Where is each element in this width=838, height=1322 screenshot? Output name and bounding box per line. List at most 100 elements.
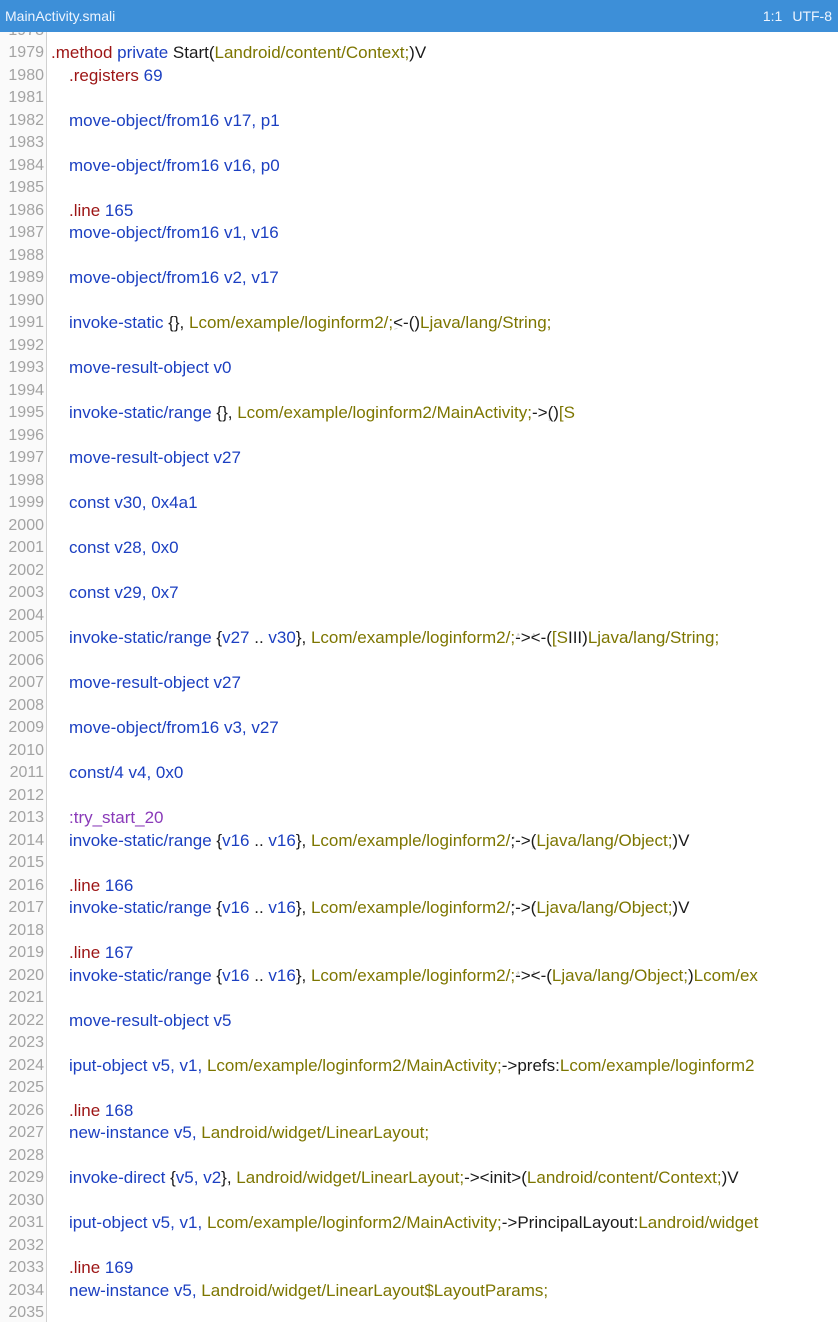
code-directive: .method [51, 43, 113, 62]
code-line[interactable]: 2019 .line 167 [0, 942, 838, 965]
line-number: 2032 [8, 1236, 44, 1254]
code-line[interactable]: 1999 const v30, 0x4a1 [0, 492, 838, 515]
code-type: Lcom/ex [693, 965, 758, 985]
code-line[interactable]: 2027 new-instance v5, Landroid/widget/Lin… [0, 1122, 838, 1145]
code-opcode: v16 [222, 965, 250, 985]
code-line[interactable]: 2013:try_start_20 [0, 807, 838, 830]
code-line[interactable]: 2018 [0, 920, 838, 943]
code-line[interactable]: 2034 new-instance v5, Landroid/widget/Lin… [0, 1280, 838, 1303]
code-content: invoke-static/range {}, Lcom/example/log… [69, 402, 575, 427]
code-content: move-object/from16 v2, v17 [69, 267, 279, 290]
code-line[interactable]: 1993 move-result-object v0 [0, 357, 838, 380]
code-opcode: move-object/from16 v17, p1 [69, 110, 280, 130]
code-line[interactable]: 1996 [0, 425, 838, 448]
code-opcode: v30 [268, 628, 296, 647]
line-number: 1986 [8, 201, 44, 219]
code-line[interactable]: 2015 [0, 852, 838, 875]
code-content: .line 166 [69, 875, 133, 898]
code-line[interactable]: 2023 [0, 1032, 838, 1055]
code-line[interactable]: 2011 const/4 v4, 0x0 [0, 762, 838, 785]
code-line[interactable]: 1988 [0, 245, 838, 268]
line-number: 1983 [8, 134, 44, 151]
code-line[interactable]: 1990 [0, 290, 838, 313]
code-line[interactable]: 1992 [0, 335, 838, 358]
code-line[interactable]: 2022 move-result-object v5 [0, 1010, 838, 1033]
code-line[interactable]: 1987 move-object/from16 v1, v16 [0, 222, 838, 245]
code-line[interactable]: 2030 [0, 1190, 838, 1213]
code-opcode: new-instance v5, [69, 1123, 202, 1142]
code-line[interactable]: 2005 invoke-static/range {v27 .. v30}, Lc… [0, 627, 838, 650]
code-type: Lcom/example/loginform2 [559, 1055, 755, 1075]
code-line[interactable]: 2001 const v28, 0x0 [0, 537, 838, 560]
code-number: 167 [100, 943, 134, 962]
code-line[interactable]: 2035 [0, 1302, 838, 1322]
code-line[interactable]: 1979 .method private Start(Landroid/conte… [0, 42, 838, 65]
line-number: 1995 [8, 404, 44, 421]
code-line[interactable]: 2008 [0, 695, 838, 718]
code-line[interactable]: 2033 .line 169 [0, 1257, 838, 1280]
code-line[interactable]: 2021 [0, 987, 838, 1010]
code-line[interactable]: 2014 invoke-static/range {v16 .. v16}, Lc… [0, 830, 838, 853]
code-line[interactable]: 1982 move-object/from16 v17, p1 [0, 110, 838, 133]
code-line[interactable]: 2000 [0, 515, 838, 538]
code-line[interactable]: 2029 invoke-direct {v5, v2}, Landroid/wid… [0, 1167, 838, 1190]
code-directive: .registers [69, 65, 139, 85]
code-content: const v28, 0x0 [69, 537, 179, 560]
code-line[interactable]: 2026 .line 168 [0, 1100, 838, 1123]
code-content: invoke-static/range {v16 .. v16}, Lcom/e… [69, 830, 689, 855]
code-line[interactable]: 1983 [0, 132, 838, 155]
code-line[interactable]: 1991 invoke-static {}, Lcom/example/login… [0, 312, 838, 335]
line-number: 2008 [8, 696, 44, 714]
code-opcode: invoke-static/range [69, 628, 217, 647]
code-line[interactable]: 1984 move-object/from16 v16, p0 [0, 155, 838, 178]
code-line[interactable]: 1985 [0, 177, 838, 200]
code-text: -> [532, 403, 548, 422]
line-number: 2020 [8, 966, 44, 984]
code-content: move-result-object v5 [69, 1010, 232, 1033]
code-line[interactable]: 1998 [0, 470, 838, 493]
code-text: <-( [530, 965, 552, 985]
code-line[interactable]: 1981 [0, 87, 838, 110]
code-line[interactable]: 1978 [0, 32, 838, 42]
code-opcode: move-object/from16 v2, v17 [69, 268, 279, 287]
code-directive: .line [69, 1100, 101, 1120]
code-line[interactable]: 2024 iput-object v5, v1, Lcom/example/log… [0, 1055, 838, 1078]
code-line[interactable]: 2010 [0, 740, 838, 763]
code-line[interactable]: 2031 iput-object v5, v1, Lcom/example/log… [0, 1212, 838, 1235]
code-type: Lcom/example/loginform2/ [310, 898, 511, 917]
code-opcode: move-object/from16 v3, v27 [69, 718, 279, 737]
line-number: 1985 [8, 179, 44, 196]
code-opcode: v16 [268, 898, 296, 917]
code-line[interactable]: 2012 [0, 785, 838, 808]
line-number: 1996 [8, 426, 44, 444]
code-opcode: move-object/from16 v1, v16 [69, 223, 279, 242]
code-line[interactable]: 2028 [0, 1145, 838, 1168]
code-line[interactable]: 2020 invoke-static/range {v16 .. v16}, Lc… [0, 965, 838, 988]
code-line[interactable]: 1986 .line 165 [0, 200, 838, 223]
code-type: Ljava/lang/Object; [551, 965, 688, 985]
code-directive: .line [69, 875, 101, 895]
code-line[interactable]: 2016 .line 166 [0, 875, 838, 898]
code-opcode: move-result-object v0 [69, 358, 232, 377]
code-line[interactable]: 2006 [0, 650, 838, 673]
code-line[interactable]: 1997 move-result-object v27 [0, 447, 838, 470]
code-line[interactable]: 2002 [0, 560, 838, 583]
encoding-label[interactable]: UTF-8 [792, 8, 832, 24]
code-line[interactable]: 1995 invoke-static/range {}, Lcom/example… [0, 402, 838, 425]
code-line[interactable]: 2004 [0, 605, 838, 628]
code-line[interactable]: 2032 [0, 1235, 838, 1258]
code-line[interactable]: 1994 [0, 380, 838, 403]
code-line[interactable]: 2017 invoke-static/range {v16 .. v16}, Lc… [0, 897, 838, 920]
code-editor[interactable]: 19781979.method private Start(Landroid/c… [0, 32, 838, 1322]
line-number: 2002 [8, 561, 44, 579]
line-number: 1992 [8, 336, 44, 354]
code-line[interactable]: 2007 move-result-object v27 [0, 672, 838, 695]
code-line[interactable]: 2009 move-object/from16 v3, v27 [0, 717, 838, 740]
code-line[interactable]: 1980 .registers 69 [0, 65, 838, 88]
code-opcode: v16 [222, 830, 250, 850]
code-line[interactable]: 1989 move-object/from16 v2, v17 [0, 267, 838, 290]
code-line[interactable]: 2025 [0, 1077, 838, 1100]
code-content: .method private Start(Landroid/content/C… [51, 42, 426, 65]
file-name-tab[interactable]: MainActivity.smali [5, 8, 115, 24]
code-line[interactable]: 2003 const v29, 0x7 [0, 582, 838, 605]
